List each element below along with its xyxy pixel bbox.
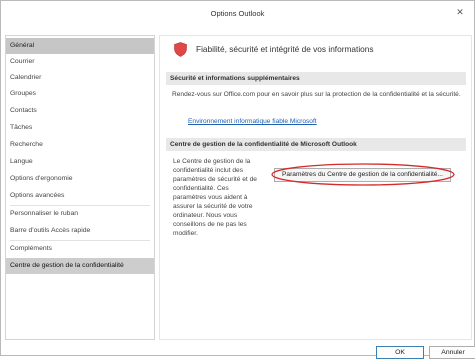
security-description: Rendez-vous sur Office.com pour en savoi… bbox=[172, 91, 461, 98]
trust-center-description: Le Centre de gestion de la confidentiali… bbox=[173, 158, 257, 237]
security-section-title: Sécurité et informations supplémentaires bbox=[166, 72, 466, 85]
window-title: Options Outlook bbox=[210, 8, 265, 18]
sidebar-item-ease-of-access[interactable]: Options d'ergonomie bbox=[6, 171, 154, 187]
sidebar-item-add-ins[interactable]: Compléments bbox=[6, 241, 154, 257]
sidebar-item-contacts[interactable]: Contacts bbox=[6, 103, 154, 119]
trust-center-section-title: Centre de gestion de la confidentialité … bbox=[166, 138, 466, 151]
options-sidebar: Général Courrier Calendrier Groupes Cont… bbox=[5, 35, 155, 340]
main-panel: Fiabilité, sécurité et intégrité de vos … bbox=[159, 35, 472, 340]
sidebar-item-calendar[interactable]: Calendrier bbox=[6, 70, 154, 86]
sidebar-item-trust-center[interactable]: Centre de gestion de la confidentialité bbox=[6, 258, 154, 274]
sidebar-item-language[interactable]: Langue bbox=[6, 154, 154, 170]
sidebar-item-advanced[interactable]: Options avancées bbox=[6, 188, 154, 204]
title-bar: Options Outlook ✕ bbox=[1, 1, 474, 25]
close-icon[interactable]: ✕ bbox=[454, 7, 466, 18]
shield-icon bbox=[174, 42, 187, 57]
sidebar-item-general[interactable]: Général bbox=[6, 38, 154, 54]
trustworthy-computing-link[interactable]: Environnement informatique fiable Micros… bbox=[188, 118, 317, 125]
sidebar-item-tasks[interactable]: Tâches bbox=[6, 120, 154, 136]
outlook-options-dialog: Options Outlook ✕ Général Courrier Calen… bbox=[0, 0, 475, 359]
page-title: Fiabilité, sécurité et intégrité de vos … bbox=[196, 44, 374, 54]
ok-button[interactable]: OK bbox=[376, 346, 424, 359]
trust-center-settings-button[interactable]: Paramètres du Centre de gestion de la co… bbox=[274, 168, 451, 182]
sidebar-item-search[interactable]: Recherche bbox=[6, 137, 154, 153]
cancel-button[interactable]: Annuler bbox=[429, 346, 475, 359]
sidebar-item-groups[interactable]: Groupes bbox=[6, 86, 154, 102]
sidebar-item-customize-ribbon[interactable]: Personnaliser le ruban bbox=[6, 206, 154, 222]
sidebar-item-mail[interactable]: Courrier bbox=[6, 54, 154, 70]
sidebar-item-quick-access-toolbar[interactable]: Barre d'outils Accès rapide bbox=[6, 223, 154, 239]
